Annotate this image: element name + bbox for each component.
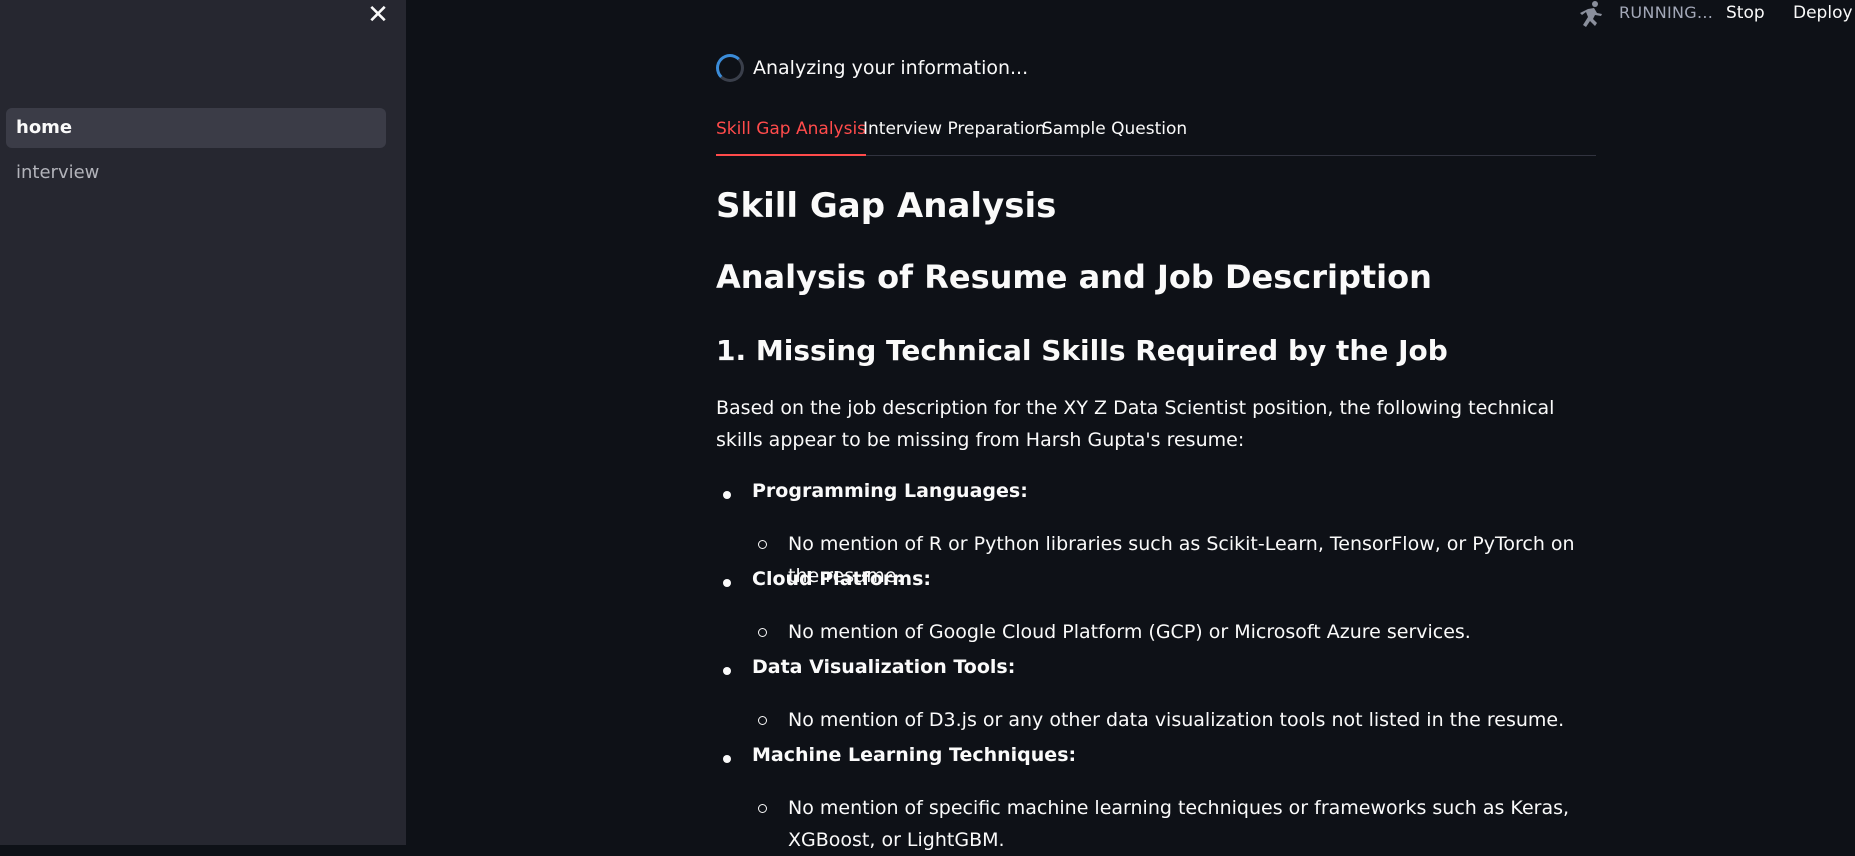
list-item-label: Machine Learning Techniques: <box>752 744 1077 766</box>
sub-bullet-icon <box>758 804 767 813</box>
section-title: Analysis of Resume and Job Description <box>716 258 1432 296</box>
page-title: Skill Gap Analysis <box>716 186 1057 226</box>
sidebar-item-label: interview <box>16 162 100 183</box>
bullet-icon <box>723 755 731 763</box>
sub-bullet-icon <box>758 628 767 637</box>
sub-bullet-icon <box>758 540 767 549</box>
sub-list-item-text: No mention of D3.js or any other data vi… <box>788 709 1565 731</box>
status-message: Analyzing your information... <box>753 57 1029 79</box>
spinner-icon <box>716 54 744 82</box>
deploy-button[interactable]: Deploy <box>1793 3 1853 23</box>
stop-button[interactable]: Stop <box>1726 3 1765 23</box>
bullet-icon <box>723 579 731 587</box>
sidebar-item-home[interactable]: home <box>6 108 386 148</box>
running-figure-icon <box>1578 0 1604 28</box>
sub-list-item-text: No mention of Google Cloud Platform (GCP… <box>788 621 1471 643</box>
subsection-heading: 1. Missing Technical Skills Required by … <box>716 334 1448 367</box>
sidebar: ✕ home interview <box>0 0 406 845</box>
tab-skill-gap-analysis[interactable]: Skill Gap Analysis <box>716 118 867 156</box>
list-item-label: Cloud Platforms: <box>752 568 931 590</box>
running-status: RUNNING... <box>1619 3 1714 22</box>
tab-interview-preparation[interactable]: Interview Preparation <box>863 118 1046 156</box>
sidebar-item-interview[interactable]: interview <box>6 153 386 193</box>
bullet-icon <box>723 667 731 675</box>
sub-bullet-icon <box>758 716 767 725</box>
tab-bar: Skill Gap Analysis Interview Preparation… <box>716 118 1596 156</box>
list-item-label: Data Visualization Tools: <box>752 656 1016 678</box>
bullet-icon <box>723 491 731 499</box>
intro-paragraph: Based on the job description for the XY … <box>716 397 1555 451</box>
tab-sample-question[interactable]: Sample Question <box>1042 118 1187 156</box>
close-sidebar-button[interactable]: ✕ <box>366 2 390 28</box>
sub-list-item-text: No mention of specific machine learning … <box>788 797 1570 851</box>
list-item-label: Programming Languages: <box>752 480 1028 502</box>
sidebar-item-label: home <box>16 117 73 138</box>
close-icon: ✕ <box>367 0 389 30</box>
